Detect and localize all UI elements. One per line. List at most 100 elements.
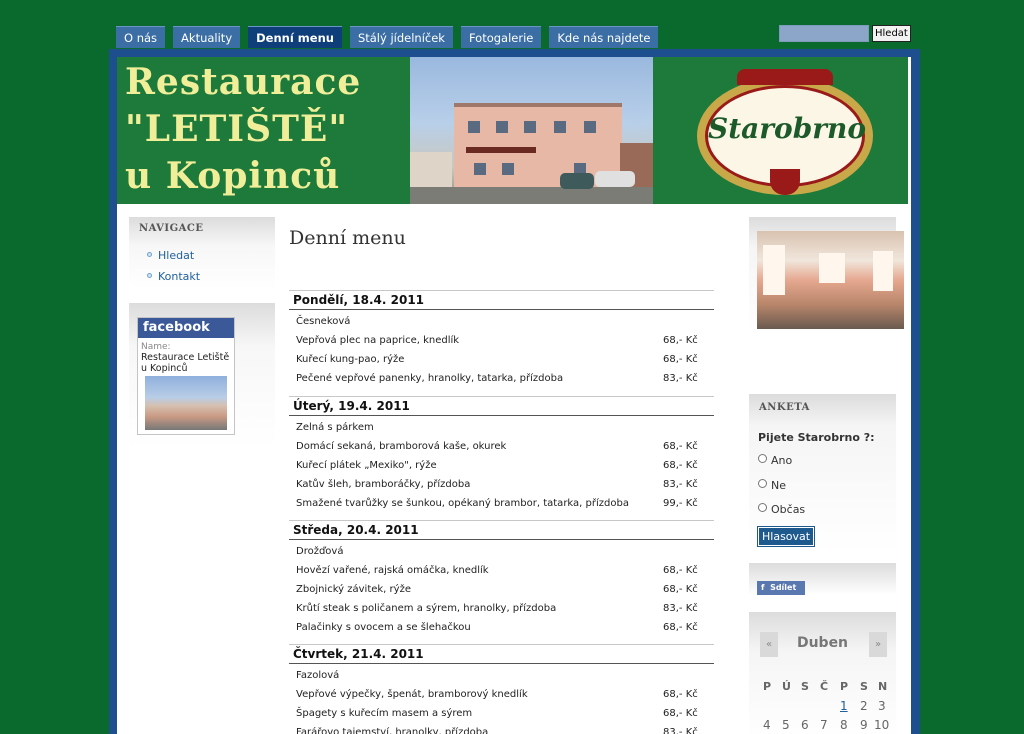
menu-item-name: Česneková bbox=[296, 316, 351, 327]
menu-item: Vepřová plec na paprice, knedlík 68,- Kč bbox=[289, 331, 714, 350]
navigation-box: NAVIGACE Hledat Kontakt bbox=[129, 217, 275, 289]
page-title: Denní menu bbox=[289, 227, 406, 249]
calendar-day-name: Č bbox=[820, 680, 829, 693]
facebook-profile-photo bbox=[145, 376, 227, 430]
calendar-day: 7 bbox=[820, 718, 828, 732]
calendar-day-name: P bbox=[840, 680, 849, 693]
menu-item-name: Domácí sekaná, bramborová kaše, okurek bbox=[296, 441, 507, 452]
interior-photo-box bbox=[749, 217, 904, 337]
menu-item: Kuřecí plátek „Mexiko", rýže 68,- Kč bbox=[289, 456, 714, 475]
tab-fotogalerie[interactable]: Fotogalerie bbox=[460, 26, 542, 48]
menu-item: Domácí sekaná, bramborová kaše, okurek 68… bbox=[289, 437, 714, 456]
top-navigation: O nás Aktuality Denní menu Stálý jídelní… bbox=[116, 26, 659, 48]
facebook-logo: facebook bbox=[138, 318, 234, 338]
navigation-heading: NAVIGACE bbox=[139, 223, 204, 234]
nav-link-hledat[interactable]: Hledat bbox=[147, 249, 194, 262]
tab-staly-jidelnicek[interactable]: Stálý jídelníček bbox=[349, 26, 453, 48]
menu-item: Palačinky s ovocem a se šlehačkou 68,- Kč bbox=[289, 618, 714, 637]
menu-item-name: Pečené vepřové panenky, hranolky, tatark… bbox=[296, 373, 564, 384]
tab-o-nas[interactable]: O nás bbox=[116, 26, 166, 48]
nav-link-kontakt[interactable]: Kontakt bbox=[147, 270, 200, 283]
menu-day: Středa, 20.4. 2011 Drožďová Hovězí vařené,… bbox=[289, 520, 714, 637]
menu-item: Farářovo tajemství, hranolky, přízdoba 83… bbox=[289, 723, 714, 734]
menu-day-heading: Středa, 20.4. 2011 bbox=[289, 520, 714, 540]
title-line-3: u Kopinců bbox=[125, 155, 341, 197]
menu-item-name: Zbojnický závitek, rýže bbox=[296, 584, 411, 595]
menu-item-name: Kuřecí kung-pao, rýže bbox=[296, 354, 405, 365]
search-button[interactable]: Hledat bbox=[872, 25, 911, 42]
menu-day: Pondělí, 18.4. 2011 Česneková Vepřová plec… bbox=[289, 290, 714, 388]
menu-item-name: Katův šleh, bramboráčky, přízdoba bbox=[296, 479, 471, 490]
share-box: f Sdílet bbox=[749, 563, 896, 595]
menu-item-name: Drožďová bbox=[296, 546, 344, 557]
menu-item: Hovězí vařené, rajská omáčka, knedlík 68,… bbox=[289, 561, 714, 580]
menu-item: Česneková bbox=[289, 312, 714, 331]
menu-item-name: Fazolová bbox=[296, 670, 340, 681]
title-line-1: Restaurace bbox=[125, 61, 362, 103]
bullet-icon bbox=[147, 273, 152, 278]
poll-option-ne[interactable]: Ne bbox=[758, 479, 786, 492]
menu-item-price: 68,- Kč bbox=[663, 622, 698, 633]
calendar-day-name: S bbox=[801, 680, 809, 693]
vote-button[interactable]: Hlasovat bbox=[756, 526, 816, 547]
tab-kde-nas-najdete[interactable]: Kde nás najdete bbox=[549, 26, 659, 48]
calendar-day: 8 bbox=[840, 718, 848, 732]
menu-item: Fazolová bbox=[289, 666, 714, 685]
calendar-day: 4 bbox=[763, 718, 771, 732]
calendar-day: 9 bbox=[860, 718, 868, 732]
menu-item-price: 68,- Kč bbox=[663, 441, 698, 452]
calendar-next-button[interactable]: » bbox=[869, 632, 887, 657]
restaurant-building-photo bbox=[410, 57, 653, 204]
menu-item-name: Kuřecí plátek „Mexiko", rýže bbox=[296, 460, 437, 471]
calendar-day[interactable]: 1 bbox=[840, 699, 848, 713]
menu-item: Smažené tvarůžky se šunkou, opékaný bram… bbox=[289, 494, 714, 513]
menu-item: Zelná s párkem bbox=[289, 418, 714, 437]
menu-item-price: 99,- Kč bbox=[663, 498, 698, 509]
search-form: Hledat bbox=[779, 25, 911, 42]
poll-radio[interactable] bbox=[758, 454, 767, 463]
calendar-day: 5 bbox=[782, 718, 790, 732]
menu-item-name: Špagety s kuřecím masem a sýrem bbox=[296, 708, 473, 719]
bullet-icon bbox=[147, 252, 152, 257]
calendar-day: 2 bbox=[860, 699, 868, 713]
poll-radio[interactable] bbox=[758, 479, 767, 488]
menu-item-price: 83,- Kč bbox=[663, 727, 698, 734]
menu-item: Drožďová bbox=[289, 542, 714, 561]
facebook-share-button[interactable]: f Sdílet bbox=[757, 581, 805, 595]
logo-text: Starobrno bbox=[708, 112, 867, 145]
menu-day-heading: Úterý, 19.4. 2011 bbox=[289, 396, 714, 416]
title-line-2: "LETIŠTĚ" bbox=[125, 108, 349, 150]
facebook-badge[interactable]: facebook Name: Restaurace Letiště u Kopi… bbox=[137, 317, 235, 435]
calendar: « Duben » P Ú S Č P S N 1 2 3 4 5 6 7 8 9 10 bbox=[749, 612, 896, 734]
menu-item-price: 83,- Kč bbox=[663, 479, 698, 490]
tab-denni-menu[interactable]: Denní menu bbox=[248, 26, 342, 48]
menu-item-price: 83,- Kč bbox=[663, 373, 698, 384]
poll-box: ANKETA Pijete Starobrno ?: Ano Ne Občas … bbox=[749, 394, 896, 554]
menu-item: Kuřecí kung-pao, rýže 68,- Kč bbox=[289, 350, 714, 369]
poll-option-obcas[interactable]: Občas bbox=[758, 503, 805, 516]
poll-question: Pijete Starobrno ?: bbox=[758, 431, 875, 444]
calendar-day-name: Ú bbox=[782, 680, 791, 693]
menu-item-price: 68,- Kč bbox=[663, 584, 698, 595]
menu-item-name: Smažené tvarůžky se šunkou, opékaný bram… bbox=[296, 498, 629, 509]
menu-day-heading: Pondělí, 18.4. 2011 bbox=[289, 290, 714, 310]
restaurant-interior-photo bbox=[757, 231, 904, 329]
menu-item-name: Krůtí steak s poličanem a sýrem, hranolk… bbox=[296, 603, 557, 614]
poll-option-ano[interactable]: Ano bbox=[758, 454, 792, 467]
calendar-day: 10 bbox=[874, 718, 890, 732]
menu-item-name: Farářovo tajemství, hranolky, přízdoba bbox=[296, 727, 489, 734]
search-input[interactable] bbox=[779, 25, 869, 42]
restaurant-title: Restaurace "LETIŠTĚ" u Kopinců bbox=[125, 59, 361, 200]
facebook-box: facebook Name: Restaurace Letiště u Kopi… bbox=[129, 303, 275, 448]
menu-item-name: Palačinky s ovocem a se šlehačkou bbox=[296, 622, 471, 633]
menu-item-price: 68,- Kč bbox=[663, 354, 698, 365]
menu-item-price: 68,- Kč bbox=[663, 708, 698, 719]
menu-item: Vepřové výpečky, špenát, bramborový kned… bbox=[289, 685, 714, 704]
menu-item: Krůtí steak s poličanem a sýrem, hranolk… bbox=[289, 599, 714, 618]
menu-item-price: 68,- Kč bbox=[663, 335, 698, 346]
poll-radio[interactable] bbox=[758, 503, 767, 512]
calendar-day-name: P bbox=[763, 680, 772, 693]
calendar-day-name: S bbox=[860, 680, 868, 693]
menu-item: Katův šleh, bramboráčky, přízdoba 83,- Kč bbox=[289, 475, 714, 494]
tab-aktuality[interactable]: Aktuality bbox=[173, 26, 241, 48]
